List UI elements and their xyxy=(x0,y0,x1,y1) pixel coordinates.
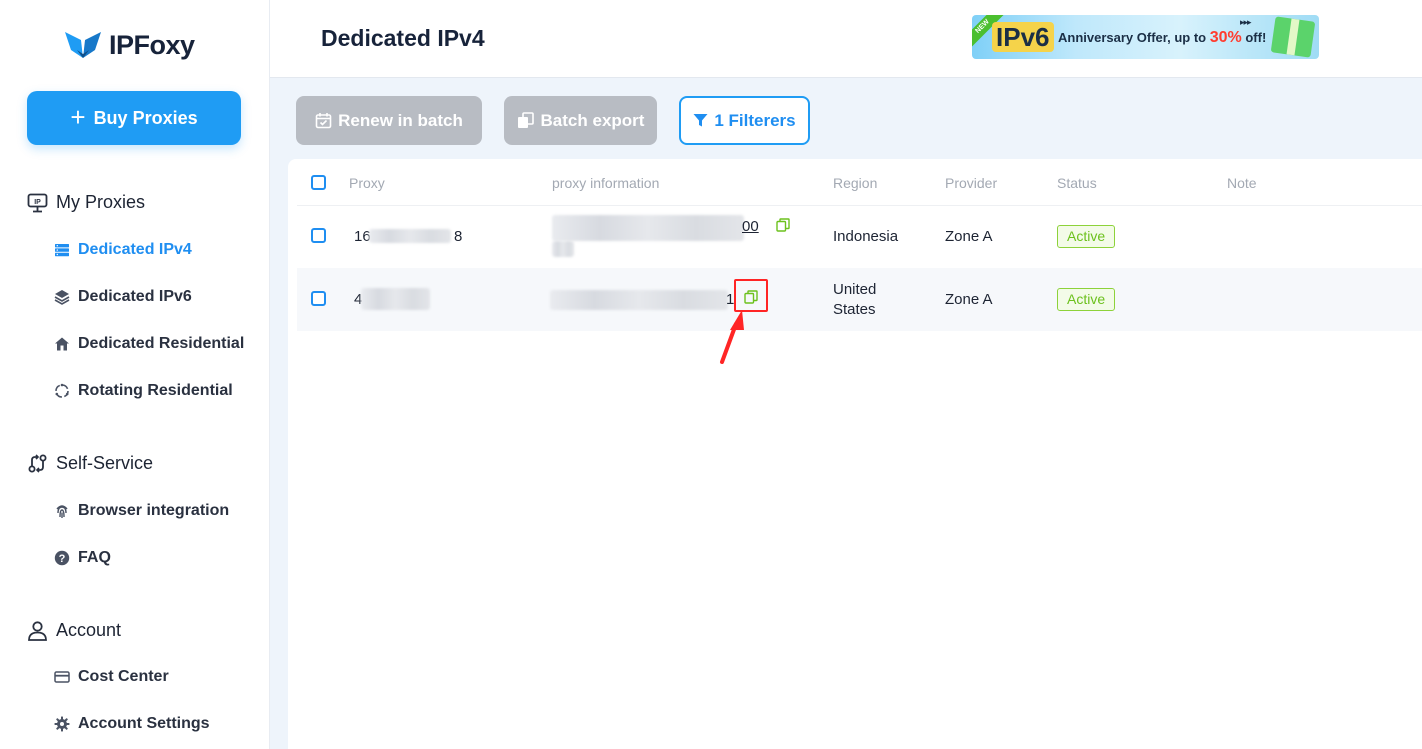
sidebar-item-label: Account Settings xyxy=(78,715,210,732)
column-header-proxy: Proxy xyxy=(349,175,385,191)
filter-label: 1 Filterers xyxy=(714,110,796,130)
column-header-proxy-information: proxy information xyxy=(552,175,660,191)
logo-text: IPFoxy xyxy=(109,29,195,60)
redacted-proxy-info xyxy=(552,241,574,257)
renew-in-batch-button[interactable]: Renew in batch xyxy=(296,96,482,145)
filter-icon xyxy=(693,114,708,127)
gift-icon xyxy=(1270,16,1316,58)
svg-text:IP: IP xyxy=(34,199,41,206)
redacted-proxy-info xyxy=(552,215,744,241)
svg-text:?: ? xyxy=(59,553,66,565)
provider-cell: Zone A xyxy=(945,291,993,308)
select-all-checkbox[interactable] xyxy=(311,175,326,190)
sidebar-item-label: Dedicated Residential xyxy=(78,335,245,352)
column-header-note: Note xyxy=(1227,175,1257,191)
proxy-info-suffix: 00 xyxy=(742,218,759,235)
sidebar-item-faq[interactable]: ? FAQ xyxy=(54,549,111,567)
column-header-provider: Provider xyxy=(945,175,998,191)
sidebar-item-account-settings[interactable]: Account Settings xyxy=(54,715,210,733)
sidebar-item-dedicated-residential[interactable]: Dedicated Residential xyxy=(54,335,244,353)
filter-button[interactable]: 1 Filterers xyxy=(679,96,810,145)
plus-icon: + xyxy=(70,101,86,132)
section-account-label: Account xyxy=(56,620,122,640)
question-icon: ? xyxy=(54,550,70,566)
banner-offer-suffix: off! xyxy=(1241,30,1267,45)
sidebar-item-label: Cost Center xyxy=(78,668,169,685)
sidebar-item-dedicated-ipv6[interactable]: Dedicated IPv6 xyxy=(54,288,192,306)
provider-cell: Zone A xyxy=(945,228,993,245)
buy-proxies-label: Buy Proxies xyxy=(93,107,198,128)
status-badge: Active xyxy=(1057,288,1116,311)
sidebar-item-dedicated-ipv4[interactable]: Dedicated IPv4 xyxy=(54,241,192,259)
card-icon xyxy=(54,671,70,683)
region-cell: Indonesia xyxy=(833,228,899,245)
redacted-proxy-ip xyxy=(361,288,430,310)
copy-icon[interactable] xyxy=(776,218,790,232)
logo[interactable]: IPFoxy xyxy=(63,28,195,62)
sidebar-item-label: Browser integration xyxy=(78,502,230,519)
gear-icon xyxy=(54,716,70,732)
status-badge: Active xyxy=(1057,225,1116,248)
export-icon xyxy=(517,112,534,128)
layers-icon xyxy=(54,290,70,305)
sidebar-item-browser-integration[interactable]: Browser integration xyxy=(54,502,229,520)
server-icon xyxy=(55,244,69,257)
fox-logo-icon xyxy=(65,32,101,58)
section-account: Account xyxy=(27,620,121,641)
rotate-icon xyxy=(55,383,69,398)
annotation-arrow-icon xyxy=(720,310,744,364)
banner-arrows: ▸▸▸ xyxy=(1240,17,1252,27)
redacted-proxy-info xyxy=(550,290,728,310)
batch-export-label: Batch export xyxy=(540,110,645,130)
user-icon xyxy=(28,621,47,641)
header: Dedicated IPv4 NEW IPv6 Anniversary Offe… xyxy=(270,0,1422,78)
section-my-proxies-label: My Proxies xyxy=(56,192,146,212)
row-checkbox[interactable] xyxy=(311,228,326,243)
page-title: Dedicated IPv4 xyxy=(321,25,485,51)
column-header-region: Region xyxy=(833,175,878,191)
section-self-service-label: Self-Service xyxy=(56,453,154,473)
fingerprint-icon xyxy=(56,505,68,518)
sidebar-item-label: Dedicated IPv4 xyxy=(78,241,192,258)
redacted-proxy-ip xyxy=(369,229,451,243)
banner-offer-prefix: Anniversary Offer, up to xyxy=(1058,30,1210,45)
proxy-ip-suffix: 8 xyxy=(454,228,463,245)
home-icon xyxy=(55,337,69,351)
section-self-service: Self-Service xyxy=(27,453,153,474)
route-icon xyxy=(28,454,47,473)
banner-offer-pct: 30% xyxy=(1209,29,1242,46)
buy-proxies-button[interactable]: + Buy Proxies xyxy=(27,91,241,145)
sidebar-item-label: Dedicated IPv6 xyxy=(78,288,192,305)
sidebar-item-label: FAQ xyxy=(78,549,111,566)
row-checkbox[interactable] xyxy=(311,291,326,306)
sidebar-item-label: Rotating Residential xyxy=(78,382,233,399)
promo-banner[interactable]: NEW IPv6 Anniversary Offer, up to 30% of… xyxy=(972,15,1319,59)
renew-in-batch-label: Renew in batch xyxy=(338,110,463,130)
region-cell-line2: States xyxy=(833,301,876,318)
sidebar: IPFoxy + Buy Proxies IP My Proxies Dedic… xyxy=(0,0,270,749)
sidebar-item-cost-center[interactable]: Cost Center xyxy=(54,668,169,686)
ip-icon: IP xyxy=(27,193,48,212)
column-header-status: Status xyxy=(1057,175,1097,191)
banner-product: IPv6 xyxy=(992,22,1054,52)
banner-offer: Anniversary Offer, up to 30% off! xyxy=(1058,29,1266,47)
calendar-icon xyxy=(315,113,332,129)
section-my-proxies: IP My Proxies xyxy=(27,192,145,213)
region-cell-line1: United xyxy=(833,281,877,298)
sidebar-item-rotating-residential[interactable]: Rotating Residential xyxy=(54,382,233,400)
table-row xyxy=(297,268,1422,331)
batch-export-button[interactable]: Batch export xyxy=(504,96,657,145)
